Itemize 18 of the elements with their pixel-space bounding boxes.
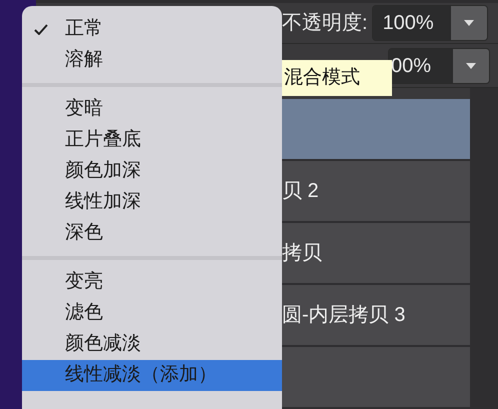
opacity-field[interactable]: 100% <box>372 5 488 42</box>
fill-field[interactable]: 00% <box>388 48 490 84</box>
menu-item[interactable]: 正常 <box>22 14 282 45</box>
tooltip: 混合模式 <box>282 60 392 96</box>
menu-item[interactable]: 颜色减淡 <box>22 329 282 360</box>
menu-item[interactable]: 线性加深 <box>22 187 282 218</box>
opacity-label: 不透明度: <box>282 11 368 36</box>
menu-item[interactable]: 正片叠底 <box>22 125 282 156</box>
menu-item[interactable]: 变暗 <box>22 94 282 125</box>
caret-icon[interactable] <box>450 6 487 40</box>
caret-icon[interactable] <box>453 48 489 83</box>
menu-item[interactable]: 深色 <box>22 218 282 249</box>
menu-item[interactable]: 变亮 <box>22 267 282 298</box>
menu-item[interactable]: 滤色 <box>22 298 282 329</box>
menu-item[interactable]: 溶解 <box>22 45 282 76</box>
menu-item[interactable]: 线性减淡（添加） <box>22 360 282 391</box>
check-icon <box>34 24 48 35</box>
menu-item[interactable]: 颜色加深 <box>22 156 282 187</box>
